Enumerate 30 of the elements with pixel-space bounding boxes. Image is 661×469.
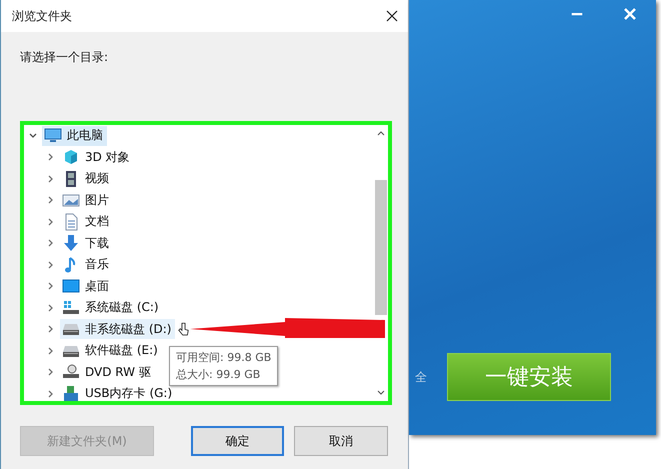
system-drive-icon [62,298,80,317]
tree-item[interactable]: 视频 [60,168,113,189]
window-title: 浏览文件夹 [12,8,72,24]
tree-item[interactable]: USB内存卡 (G:) [60,384,176,404]
tree-item[interactable]: 图片 [60,190,113,210]
tree-item[interactable]: 此电脑 [42,126,107,146]
tree-item[interactable]: 音乐 [60,254,113,275]
prompt-label: 请选择一个目录: [20,49,110,66]
tooltip: 可用空间: 99.8 GB 总大小: 99.9 GB [169,346,278,386]
usb-icon [62,384,80,403]
partial-label: 全 [415,368,427,386]
tree-item[interactable]: 系统磁盘 (C:) [60,298,163,318]
cube-icon [62,148,80,166]
minimize-icon[interactable] [570,12,584,16]
scroll-up-icon[interactable] [377,131,385,136]
scroll-down-icon[interactable] [377,390,385,395]
download-icon [62,234,80,252]
tree-item[interactable]: 文档 [60,212,113,232]
tree-item[interactable]: 软件磁盘 (E:) [60,340,162,361]
close-icon[interactable] [386,10,398,22]
computer-icon [44,126,62,145]
dialog-button[interactable]: 确定 [191,426,284,456]
tree-item[interactable]: 3D 对象 [60,147,134,168]
tree-item[interactable]: DVD RW 驱 [60,362,155,382]
hand-cursor-icon [178,322,189,337]
desktop-icon [62,277,80,296]
dialog-button[interactable]: 取消 [294,426,388,456]
tree-item[interactable]: 下载 [60,233,113,254]
tree-item[interactable]: 非系统磁盘 (D:) [60,319,176,340]
tree-item[interactable]: 桌面 [60,276,113,296]
